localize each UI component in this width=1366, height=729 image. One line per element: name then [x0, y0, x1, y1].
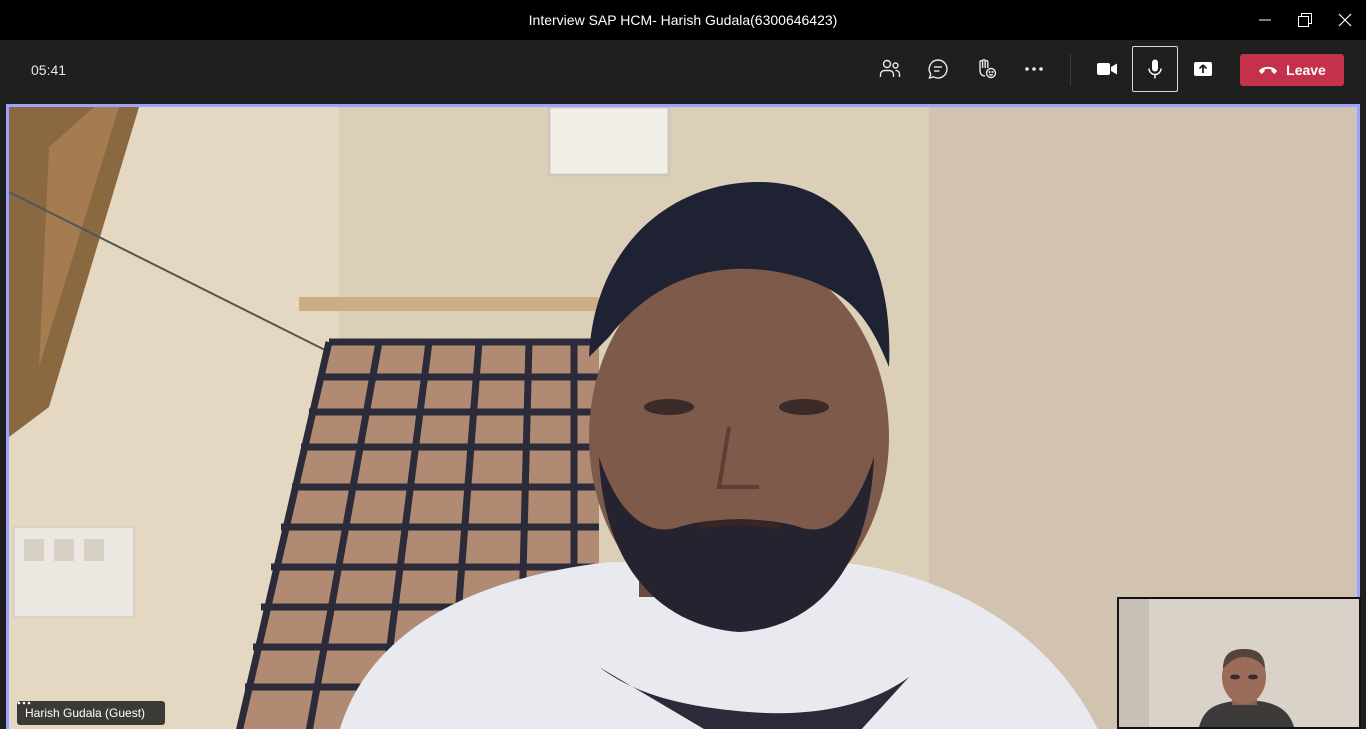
share-screen-button[interactable] [1180, 46, 1226, 92]
microphone-icon [1148, 59, 1162, 79]
more-icon [17, 701, 31, 705]
reactions-button[interactable] [963, 46, 1009, 92]
camera-button[interactable] [1084, 46, 1130, 92]
window-title: Interview SAP HCM- Harish Gudala(6300646… [528, 12, 838, 28]
title-bar: Interview SAP HCM- Harish Gudala(6300646… [0, 0, 1366, 40]
toolbar-separator [1070, 54, 1071, 86]
raise-hand-icon [979, 59, 997, 79]
meeting-toolbar: 05:41 Leave [0, 40, 1366, 102]
restore-button[interactable] [1285, 0, 1325, 40]
close-icon [1338, 13, 1352, 27]
more-icon [1025, 67, 1043, 71]
close-button[interactable] [1325, 0, 1365, 40]
hang-up-icon [1259, 66, 1278, 74]
meeting-timer: 05:41 [31, 62, 67, 78]
share-screen-icon [1194, 62, 1212, 76]
minimize-icon [1259, 19, 1271, 21]
chat-icon [928, 59, 948, 80]
video-camera-icon [1097, 63, 1117, 75]
leave-label: Leave [1286, 62, 1326, 78]
restore-icon [1298, 13, 1312, 27]
participant-name-tag: Harish Gudala (Guest) [17, 701, 166, 725]
leave-button[interactable]: Leave [1240, 54, 1344, 86]
more-options-button[interactable] [1011, 46, 1057, 92]
participants-button[interactable] [867, 46, 913, 92]
self-view-video[interactable] [1117, 597, 1361, 729]
microphone-button[interactable] [1132, 46, 1178, 92]
chat-button[interactable] [915, 46, 961, 92]
self-video-feed [1119, 599, 1359, 727]
people-icon [879, 59, 901, 77]
minimize-button[interactable] [1245, 0, 1285, 40]
participant-name: Harish Gudala (Guest) [25, 706, 146, 720]
